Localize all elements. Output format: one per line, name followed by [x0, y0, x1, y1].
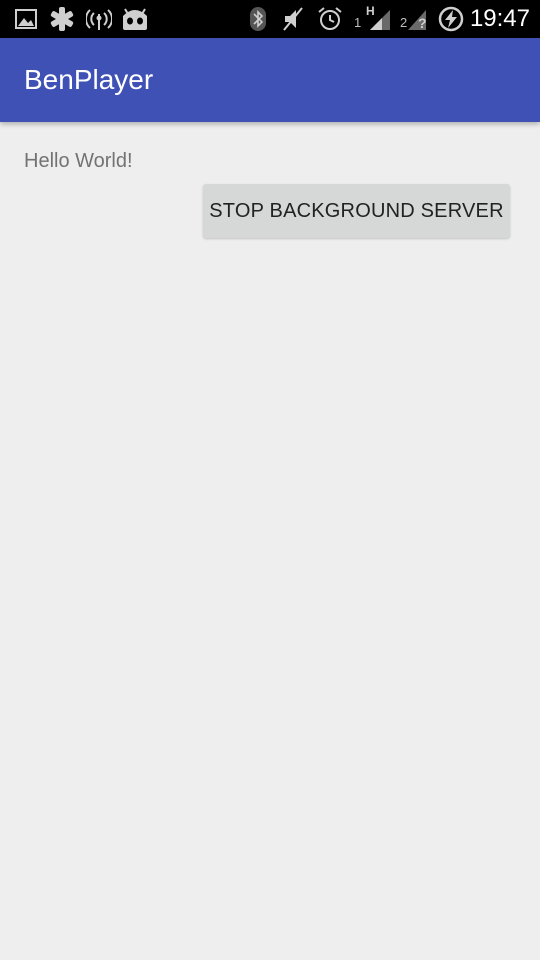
- mute-icon: [280, 6, 306, 32]
- stop-background-server-button[interactable]: STOP BACKGROUND SERVER: [203, 184, 510, 238]
- signal-sim1-icon: 1 H: [354, 4, 394, 32]
- bluetooth-icon: [248, 6, 268, 32]
- android-debug-icon: [120, 6, 150, 32]
- app-screen: 1 H 2 ? 19:47 BenPlayer Hello World! STO…: [0, 0, 540, 960]
- alarm-icon: [316, 6, 344, 32]
- svg-text:?: ?: [418, 15, 427, 31]
- battery-charging-icon: [437, 6, 465, 32]
- status-time: 19:47: [469, 5, 530, 32]
- status-bar: 1 H 2 ? 19:47: [0, 0, 540, 38]
- sim2-label: 2: [400, 15, 408, 30]
- signal-sim2-icon: 2 ?: [398, 6, 428, 32]
- sim1-label: 1: [354, 15, 362, 30]
- app-title: BenPlayer: [24, 64, 154, 95]
- wireless-icon: [86, 6, 112, 32]
- hello-text: Hello World!: [24, 150, 133, 172]
- app-toolbar: BenPlayer: [0, 38, 540, 122]
- image-icon: [14, 6, 38, 32]
- cyanogen-icon: [48, 6, 76, 32]
- main-content: Hello World! STOP BACKGROUND SERVER: [0, 122, 540, 960]
